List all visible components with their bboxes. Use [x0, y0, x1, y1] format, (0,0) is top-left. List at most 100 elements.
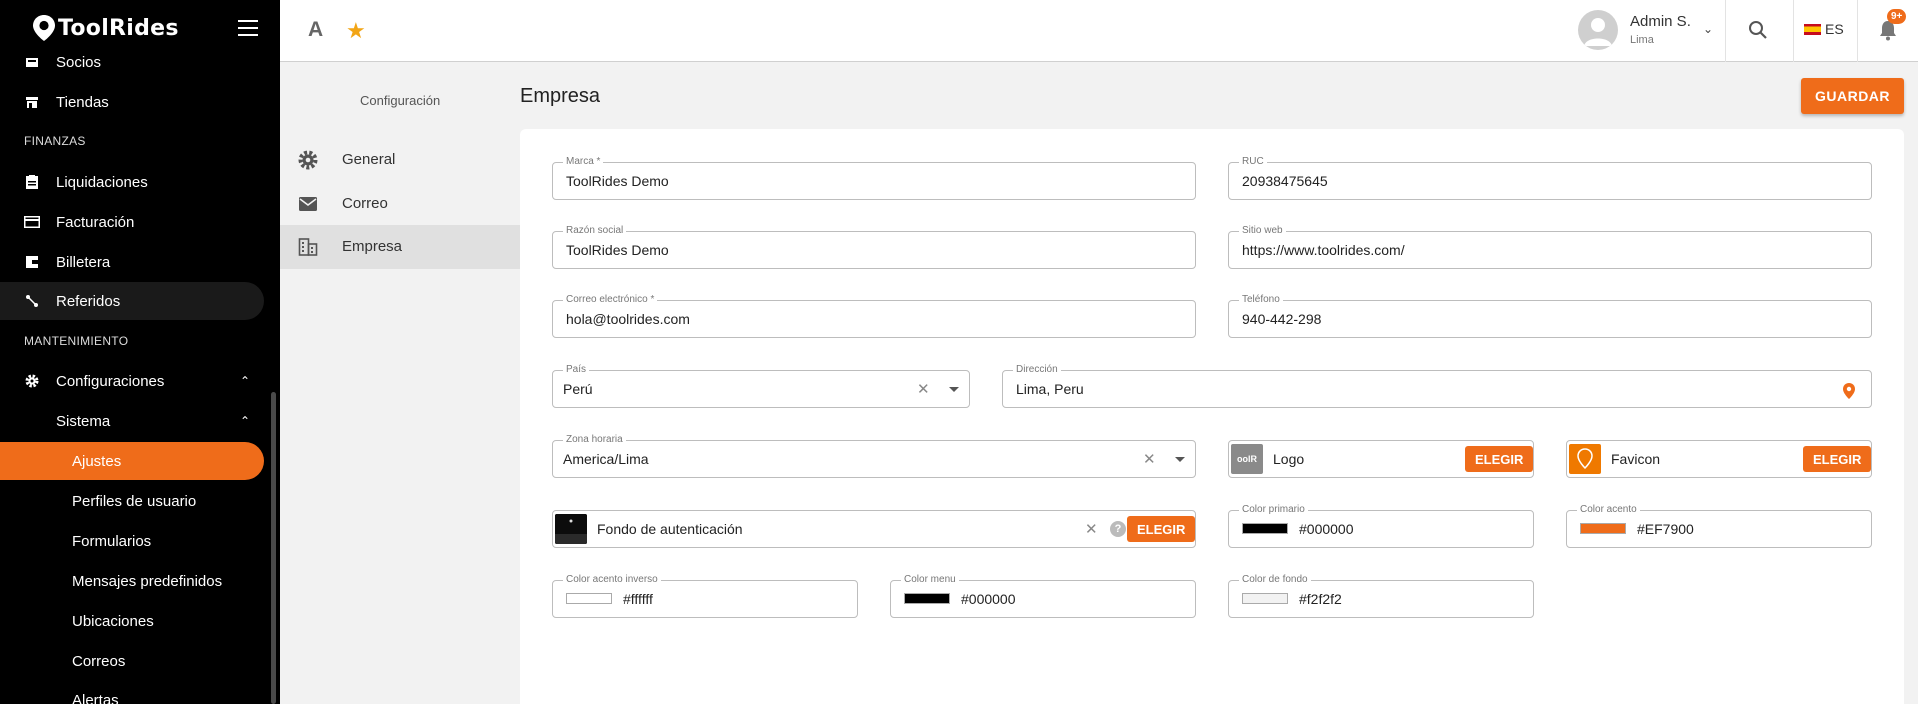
- country-select[interactable]: País Perú ✕: [552, 363, 970, 408]
- brand-logo[interactable]: ToolRides: [32, 14, 179, 42]
- background-color-field[interactable]: Color de fondo #f2f2f2: [1228, 573, 1534, 618]
- dropdown-arrow-icon[interactable]: [949, 387, 959, 392]
- primary-color-field[interactable]: Color primario #000000: [1228, 503, 1534, 548]
- config-item-general[interactable]: General: [280, 138, 520, 182]
- user-name[interactable]: Admin S.: [1630, 13, 1691, 30]
- sidebar-item-ubicaciones[interactable]: Ubicaciones: [0, 602, 264, 640]
- star-icon[interactable]: ★: [346, 18, 366, 44]
- choose-favicon-button[interactable]: ELEGIR: [1803, 446, 1872, 472]
- ruc-field[interactable]: RUC 20938475645: [1228, 155, 1872, 200]
- color-swatch[interactable]: [1580, 523, 1626, 534]
- config-item-empresa[interactable]: Empresa: [280, 225, 520, 269]
- phone-field[interactable]: Teléfono 940-442-298: [1228, 293, 1872, 338]
- logo-upload[interactable]: oolR Logo ELEGIR: [1228, 440, 1534, 478]
- field-label: País: [563, 363, 590, 376]
- upload-label: Logo: [1273, 451, 1305, 467]
- sidebar-item-label: Facturación: [56, 213, 135, 231]
- field-label: Color menu: [901, 573, 959, 586]
- field-label: Correo electrónico *: [563, 293, 658, 306]
- language-selector[interactable]: ES: [1804, 21, 1844, 37]
- field-label: Color de fondo: [1239, 573, 1311, 586]
- field-label: RUC: [1239, 155, 1267, 168]
- section-label-maintenance: MANTENIMIENTO: [24, 334, 129, 348]
- field-label: Color acento inverso: [563, 573, 661, 586]
- topbar: A ★: [280, 0, 1918, 62]
- field-label: Zona horaria: [563, 433, 626, 446]
- email-field[interactable]: Correo electrónico * hola@toolrides.com: [552, 293, 1196, 338]
- business-name-field[interactable]: Razón social ToolRides Demo: [552, 224, 1196, 269]
- sidebar-item-billetera[interactable]: Billetera: [0, 243, 264, 281]
- color-swatch[interactable]: [1242, 593, 1288, 604]
- field-value: #000000: [1299, 521, 1354, 537]
- favicon-thumbnail: [1569, 444, 1601, 474]
- auth-background-upload[interactable]: Fondo de autenticación ✕ ? ELEGIR: [552, 510, 1196, 548]
- sidebar-item-label: Configuraciones: [56, 372, 165, 390]
- sidebar-item-configuraciones[interactable]: Configuraciones ⌃: [0, 362, 264, 400]
- font-size-toggle[interactable]: A: [308, 18, 323, 42]
- accent-color-field[interactable]: Color acento #EF7900: [1566, 503, 1872, 548]
- field-value: #f2f2f2: [1299, 591, 1342, 607]
- clear-icon[interactable]: ✕: [917, 380, 930, 398]
- sidebar-item-perfiles[interactable]: Perfiles de usuario: [0, 482, 264, 520]
- field-value: Perú: [563, 381, 593, 397]
- map-pin-icon[interactable]: [1842, 382, 1856, 400]
- sidebar-item-sistema[interactable]: Sistema ⌃: [0, 402, 264, 440]
- sidebar-scrollbar[interactable]: [271, 392, 276, 704]
- choose-auth-background-button[interactable]: ELEGIR: [1127, 516, 1196, 542]
- brand-name: ToolRides: [58, 15, 179, 41]
- notification-badge: 9+: [1887, 9, 1907, 24]
- menu-toggle-icon[interactable]: [238, 20, 258, 36]
- field-value: #ffffff: [623, 591, 653, 607]
- sidebar-item-tiendas[interactable]: Tiendas: [0, 83, 264, 121]
- brand-field[interactable]: Marca * ToolRides Demo: [552, 155, 1196, 200]
- sidebar-item-socios[interactable]: Socios: [0, 43, 264, 81]
- sidebar-item-liquidaciones[interactable]: Liquidaciones: [0, 163, 264, 201]
- clear-icon[interactable]: ✕: [1143, 450, 1156, 468]
- choose-logo-button[interactable]: ELEGIR: [1465, 446, 1534, 472]
- sidebar-item-ajustes[interactable]: Ajustes: [0, 442, 264, 480]
- favicon-upload[interactable]: Favicon ELEGIR: [1566, 440, 1872, 478]
- divider: [1725, 0, 1726, 62]
- sidebar-item-label: Formularios: [72, 532, 152, 550]
- config-item-label: General: [342, 151, 396, 168]
- search-icon[interactable]: [1747, 19, 1769, 41]
- sidebar-item-label: Perfiles de usuario: [72, 492, 197, 510]
- upload-label: Fondo de autenticación: [597, 521, 743, 537]
- users-icon: [24, 54, 40, 70]
- sidebar-item-facturacion[interactable]: Facturación: [0, 203, 264, 241]
- timezone-select[interactable]: Zona horaria America/Lima ✕: [552, 433, 1196, 478]
- location-pin-icon: [33, 15, 55, 41]
- field-value: America/Lima: [563, 451, 649, 467]
- field-label: Marca *: [563, 155, 604, 168]
- field-value: #EF7900: [1637, 521, 1694, 537]
- website-field[interactable]: Sitio web https://www.toolrides.com/: [1228, 224, 1872, 269]
- inverse-accent-color-field[interactable]: Color acento inverso #ffffff: [552, 573, 858, 618]
- sidebar-item-alertas[interactable]: Alertas: [0, 681, 264, 704]
- upload-label: Favicon: [1611, 451, 1661, 467]
- dropdown-arrow-icon[interactable]: [1175, 457, 1185, 462]
- sidebar-item-label: Tiendas: [56, 93, 109, 111]
- sidebar-item-correos[interactable]: Correos: [0, 642, 264, 680]
- clear-icon[interactable]: ✕: [1085, 520, 1098, 538]
- sidebar-item-label: Alertas: [72, 691, 119, 704]
- save-button[interactable]: GUARDAR: [1801, 78, 1904, 114]
- avatar[interactable]: [1578, 10, 1618, 50]
- sidebar-item-referidos[interactable]: Referidos: [0, 282, 264, 320]
- color-swatch[interactable]: [566, 593, 612, 604]
- help-icon[interactable]: ?: [1110, 521, 1126, 537]
- spain-flag-icon: [1804, 23, 1821, 35]
- color-swatch[interactable]: [1242, 523, 1288, 534]
- clipboard-icon: [24, 174, 40, 190]
- sidebar-item-formularios[interactable]: Formularios: [0, 522, 264, 560]
- config-item-correo[interactable]: Correo: [280, 182, 520, 226]
- sidebar-item-mensajes[interactable]: Mensajes predefinidos: [0, 562, 264, 600]
- divider: [1793, 0, 1794, 62]
- color-swatch[interactable]: [904, 593, 950, 604]
- address-field[interactable]: Dirección Lima, Peru: [1002, 363, 1872, 408]
- chevron-down-icon[interactable]: ⌄: [1703, 22, 1713, 36]
- menu-color-field[interactable]: Color menu #000000: [890, 573, 1196, 618]
- section-label-finance: FINANZAS: [24, 134, 86, 148]
- config-menu-title: Configuración: [360, 93, 441, 108]
- sidebar-item-label: Mensajes predefinidos: [72, 572, 223, 590]
- field-value: Lima, Peru: [1016, 381, 1084, 397]
